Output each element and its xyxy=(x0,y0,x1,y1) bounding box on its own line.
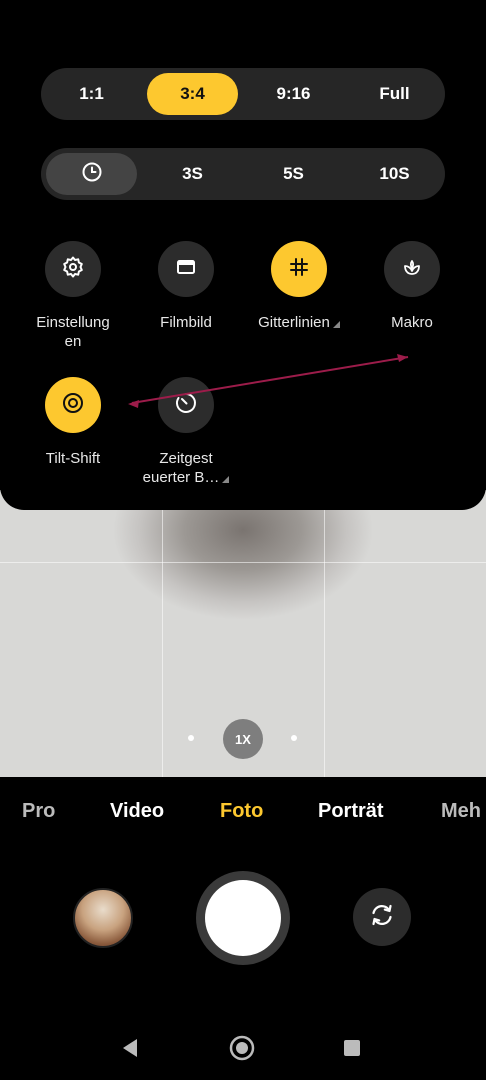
timer-off-button[interactable] xyxy=(46,153,137,195)
tile-label: Tilt-Shift xyxy=(45,450,101,467)
zoom-dot[interactable] xyxy=(291,735,297,741)
frame-icon xyxy=(175,256,197,283)
home-icon xyxy=(229,1035,255,1066)
macro-button[interactable] xyxy=(384,241,440,297)
timer-option-3s[interactable]: 3S xyxy=(147,153,238,195)
tile-label-text: Zeitgest euerter B… xyxy=(142,450,220,486)
tile-label: Makro xyxy=(391,314,433,331)
more-options-indicator-icon xyxy=(222,476,230,483)
tile-label-text: Gitterlinien xyxy=(258,314,330,331)
recents-icon xyxy=(342,1038,362,1063)
tile-timed-burst[interactable]: Zeitgest euerter B… xyxy=(130,377,242,487)
timer-selector: 3S 5S 10S xyxy=(41,148,445,200)
nav-back-button[interactable] xyxy=(110,1030,150,1070)
mode-pro[interactable]: Pro xyxy=(22,800,55,823)
grid-line xyxy=(324,490,325,777)
grid-line xyxy=(0,562,486,563)
tilt-shift-button[interactable] xyxy=(45,377,101,433)
timer-option-5s[interactable]: 5S xyxy=(248,153,339,195)
tile-label-gridlines: Gitterlinien xyxy=(243,313,355,332)
mode-portrait[interactable]: Porträt xyxy=(318,800,384,823)
grid-icon xyxy=(288,256,310,283)
tile-label: Filmbild xyxy=(160,314,212,331)
tilt-shift-icon xyxy=(61,391,85,420)
mode-selector: Pro Video Foto Porträt Meh xyxy=(0,800,486,830)
aspect-option-full[interactable]: Full xyxy=(349,73,440,115)
clock-icon xyxy=(81,161,103,188)
nav-home-button[interactable] xyxy=(222,1030,262,1070)
shutter-inner xyxy=(205,880,281,956)
zoom-button[interactable]: 1X xyxy=(223,719,263,759)
tile-tilt-shift[interactable]: Tilt-Shift xyxy=(17,377,129,468)
tile-gridlines[interactable]: Gitterlinien xyxy=(243,241,355,332)
tile-label: Einstellung en xyxy=(36,314,110,350)
tile-label-timed: Zeitgest euerter B… xyxy=(130,449,242,487)
timer-option-10s[interactable]: 10S xyxy=(349,153,440,195)
mode-video[interactable]: Video xyxy=(110,800,164,823)
settings-button[interactable] xyxy=(45,241,101,297)
grid-line xyxy=(162,490,163,777)
nav-recents-button[interactable] xyxy=(332,1030,372,1070)
tile-film-frame[interactable]: Filmbild xyxy=(130,241,242,332)
tile-macro[interactable]: Makro xyxy=(356,241,468,332)
switch-camera-button[interactable] xyxy=(353,888,411,946)
gridlines-button[interactable] xyxy=(271,241,327,297)
macro-flower-icon xyxy=(401,256,423,283)
aspect-ratio-selector: 1:1 3:4 9:16 Full xyxy=(41,68,445,120)
aspect-option-1-1[interactable]: 1:1 xyxy=(46,73,137,115)
mode-foto[interactable]: Foto xyxy=(220,800,263,823)
shutter-button[interactable] xyxy=(196,871,290,965)
zoom-dot[interactable] xyxy=(188,735,194,741)
switch-camera-icon xyxy=(368,901,396,934)
aspect-option-3-4[interactable]: 3:4 xyxy=(147,73,238,115)
film-frame-button[interactable] xyxy=(158,241,214,297)
back-icon xyxy=(120,1037,140,1064)
tile-settings[interactable]: Einstellung en xyxy=(17,241,129,351)
gear-icon xyxy=(61,255,85,284)
camera-viewfinder[interactable]: 1X xyxy=(0,490,486,777)
timer-burst-icon xyxy=(174,391,198,420)
mode-more[interactable]: Meh xyxy=(441,800,481,823)
system-nav-bar xyxy=(0,1030,486,1070)
aspect-option-9-16[interactable]: 9:16 xyxy=(248,73,339,115)
gallery-thumbnail[interactable] xyxy=(73,888,133,948)
timed-burst-button[interactable] xyxy=(158,377,214,433)
quick-settings-panel: 1:1 3:4 9:16 Full 3S 5S 10S Einstellung … xyxy=(0,0,486,510)
more-options-indicator-icon xyxy=(332,321,340,328)
